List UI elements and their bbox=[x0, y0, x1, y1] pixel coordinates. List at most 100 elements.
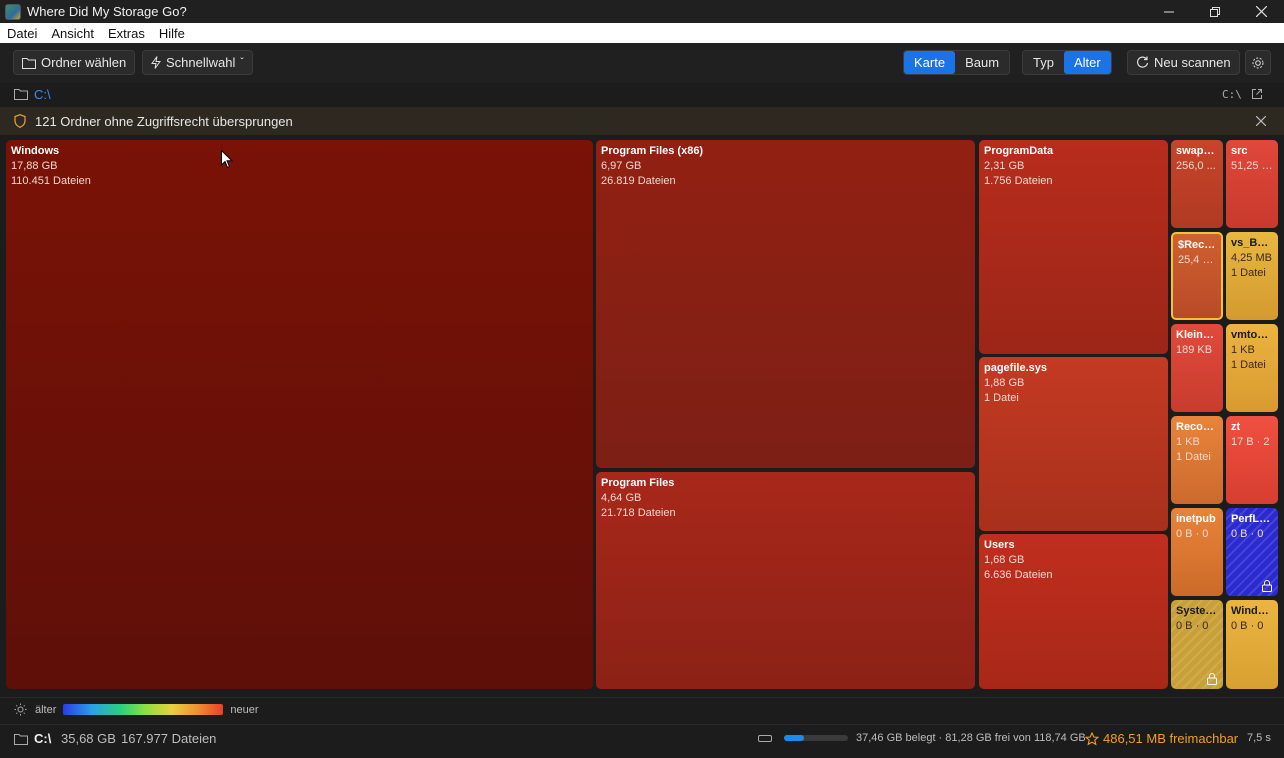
tile-files: 21.718 Dateien bbox=[601, 507, 676, 519]
view-toggle: Karte Baum bbox=[903, 50, 1011, 75]
notice-text: 121 Ordner ohne Zugriffsrecht übersprung… bbox=[35, 113, 293, 129]
tile-name: zt bbox=[1231, 421, 1241, 433]
tile-name: src bbox=[1231, 145, 1248, 157]
freeable-space[interactable]: 486,51 MB freimachbar bbox=[1103, 731, 1238, 746]
folder-icon bbox=[14, 734, 28, 745]
tile-programdata[interactable]: ProgramData 2,31 GB 1.756 Dateien bbox=[979, 140, 1168, 354]
disk-usage-text: 37,46 GB belegt · 81,28 GB frei von 118,… bbox=[856, 732, 1086, 744]
tile-size: 1 KB bbox=[1231, 344, 1255, 356]
tile-users[interactable]: Users 1,68 GB 6.636 Dateien bbox=[979, 534, 1168, 689]
tile-src[interactable]: src 51,25 MB bbox=[1226, 140, 1278, 228]
tile-recycle-bin[interactable]: $Recyc... 25,4 MB bbox=[1171, 232, 1223, 320]
settings-button[interactable] bbox=[1245, 50, 1271, 75]
tile-name: Windo... bbox=[1231, 605, 1273, 617]
legend-older: älter bbox=[35, 703, 57, 716]
tile-files: 1 Datei bbox=[1231, 359, 1266, 371]
tile-name: vmtools bbox=[1231, 329, 1273, 341]
menu-extras[interactable]: Extras bbox=[101, 26, 152, 41]
tile-small-files[interactable]: Kleine ... 189 KB bbox=[1171, 324, 1223, 412]
tile-vs-buildtools[interactable]: vs_Buil... 4,25 MB 1 Datei bbox=[1226, 232, 1278, 320]
folder-icon bbox=[14, 89, 28, 100]
tile-name: pagefile.sys bbox=[984, 362, 1047, 374]
tile-files: 1 Datei bbox=[984, 392, 1019, 404]
minimize-button[interactable] bbox=[1146, 0, 1192, 23]
tile-size: 0 B · 0 bbox=[1176, 528, 1209, 540]
treemap: Windows 17,88 GB 110.451 Dateien Program… bbox=[0, 135, 1284, 693]
age-gradient bbox=[63, 704, 224, 715]
tile-perflogs[interactable]: PerfLogs 0 B · 0 bbox=[1226, 508, 1278, 596]
quick-select-button[interactable]: Schnellwahl ˇ bbox=[142, 50, 253, 75]
status-drive: C:\ bbox=[34, 731, 52, 746]
tile-size: 0 B · 0 bbox=[1231, 528, 1264, 540]
tile-size: 1 KB bbox=[1176, 436, 1200, 448]
tile-size: 2,31 GB bbox=[984, 160, 1025, 172]
tab-tree[interactable]: Baum bbox=[955, 51, 1009, 74]
tile-name: System... bbox=[1176, 605, 1218, 617]
tile-program-files-x86[interactable]: Program Files (x86) 6,97 GB 26.819 Datei… bbox=[596, 140, 975, 468]
tile-size: 1,68 GB bbox=[984, 554, 1025, 566]
disk-usage-bar bbox=[784, 735, 848, 741]
tile-name: $Recyc... bbox=[1178, 239, 1216, 251]
tile-name: Recovery bbox=[1176, 421, 1218, 433]
tile-size: 256,0 ... bbox=[1176, 160, 1216, 172]
tile-windows[interactable]: Windows 17,88 GB 110.451 Dateien bbox=[6, 140, 593, 689]
status-total-size: 35,68 GB bbox=[61, 731, 116, 746]
tile-size: 1,88 GB bbox=[984, 377, 1025, 389]
mouse-cursor-icon bbox=[221, 150, 233, 169]
restore-icon bbox=[1210, 6, 1220, 17]
age-legend: älter neuer bbox=[0, 697, 1284, 721]
menu-hilfe[interactable]: Hilfe bbox=[152, 26, 192, 41]
tile-files: 6.636 Dateien bbox=[984, 569, 1053, 581]
title-bar: Where Did My Storage Go? bbox=[0, 0, 1284, 23]
tile-size: 51,25 MB bbox=[1231, 160, 1273, 172]
window-controls bbox=[1146, 0, 1284, 23]
tab-map[interactable]: Karte bbox=[904, 51, 956, 74]
maximize-button[interactable] bbox=[1192, 0, 1238, 23]
breadcrumb[interactable]: C:\ bbox=[34, 87, 51, 102]
tile-recovery[interactable]: Recovery 1 KB 1 Datei bbox=[1171, 416, 1223, 504]
tile-name: swapfil... bbox=[1176, 145, 1218, 157]
tile-files: 1.756 Dateien bbox=[984, 175, 1053, 187]
tile-files: 26.819 Dateien bbox=[601, 175, 676, 187]
status-file-count: 167.977 Dateien bbox=[121, 731, 217, 746]
tile-windows-old[interactable]: Windo... 0 B · 0 bbox=[1226, 600, 1278, 689]
tile-zt[interactable]: zt 17 B · 2 bbox=[1226, 416, 1278, 504]
tile-name: PerfLogs bbox=[1231, 513, 1273, 525]
tile-pagefile[interactable]: pagefile.sys 1,88 GB 1 Datei bbox=[979, 357, 1168, 531]
tile-name: Windows bbox=[11, 145, 60, 157]
skipped-folders-notice: 121 Ordner ohne Zugriffsrecht übersprung… bbox=[0, 107, 1284, 135]
scan-duration: 7,5 s bbox=[1247, 732, 1271, 744]
tile-name: Program Files (x86) bbox=[601, 145, 704, 157]
tile-size: 189 KB bbox=[1176, 344, 1213, 356]
tile-size: 4,25 MB bbox=[1231, 252, 1272, 264]
tile-size: 4,64 GB bbox=[601, 492, 642, 504]
tile-system-volume[interactable]: System... 0 B · 0 bbox=[1171, 600, 1223, 689]
tile-inetpub[interactable]: inetpub 0 B · 0 bbox=[1171, 508, 1223, 596]
tile-program-files[interactable]: Program Files 4,64 GB 21.718 Dateien bbox=[596, 472, 975, 689]
tile-size: 17,88 GB bbox=[11, 160, 58, 172]
tile-vmtools[interactable]: vmtools 1 KB 1 Datei bbox=[1226, 324, 1278, 412]
tile-files: 1 Datei bbox=[1176, 451, 1211, 463]
tile-files: 1 Datei bbox=[1231, 267, 1266, 279]
rescan-button[interactable]: Neu scannen bbox=[1127, 50, 1240, 75]
refresh-icon bbox=[1136, 56, 1149, 68]
tile-swapfile[interactable]: swapfil... 256,0 ... bbox=[1171, 140, 1223, 228]
tile-size: 0 B · 0 bbox=[1231, 620, 1264, 632]
color-type-option[interactable]: Typ bbox=[1023, 51, 1064, 74]
gear-icon bbox=[1252, 57, 1264, 68]
open-external-icon[interactable] bbox=[1251, 88, 1263, 100]
tile-size: 25,4 MB bbox=[1178, 254, 1216, 266]
lock-icon bbox=[1262, 580, 1272, 592]
shield-icon bbox=[14, 114, 26, 128]
close-icon[interactable] bbox=[1256, 116, 1266, 126]
close-button[interactable] bbox=[1238, 0, 1284, 23]
menu-ansicht[interactable]: Ansicht bbox=[44, 26, 101, 41]
menu-datei[interactable]: Datei bbox=[0, 26, 44, 41]
tile-name: Program Files bbox=[601, 477, 675, 489]
path-bar: C:\ C:\ bbox=[0, 83, 1284, 107]
choose-folder-button[interactable]: Ordner wählen bbox=[13, 50, 136, 75]
color-age-option[interactable]: Alter bbox=[1063, 51, 1111, 74]
tile-name: Users bbox=[984, 539, 1015, 551]
status-bar: C:\ 35,68 GB 167.977 Dateien 37,46 GB be… bbox=[0, 724, 1284, 752]
app-icon bbox=[5, 3, 21, 20]
